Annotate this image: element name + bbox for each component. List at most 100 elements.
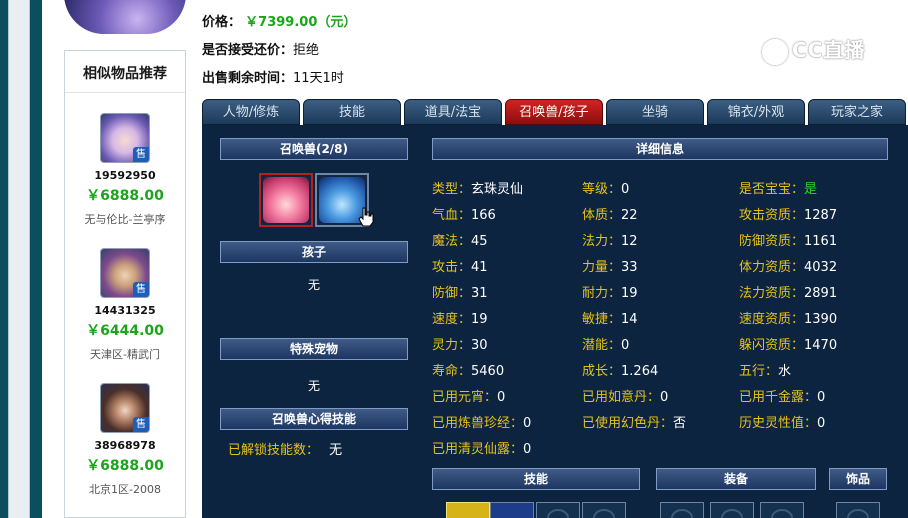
stat-row: 法力资质：2891 [739,282,837,301]
stat-row: 体力资质：4032 [739,256,837,275]
tab-pets[interactable]: 召唤兽/孩子 [505,99,603,125]
character-portrait [64,0,186,34]
detail-tabs: 人物/修炼 技能 道具/法宝 召唤兽/孩子 坐骑 锦衣/外观 玩家之家 [202,99,908,125]
stat-label: 耐力： [582,286,622,301]
stat-value: 5460 [471,364,505,379]
stat-value: 41 [471,260,488,275]
pet-slot-1[interactable] [259,173,313,227]
stat-value: 2891 [804,286,838,301]
stat-value: 0 [523,416,532,431]
stat-row: 等级：0 [582,178,629,197]
stat-label: 攻击： [432,260,472,275]
tab-outfits[interactable]: 锦衣/外观 [707,99,805,125]
stat-row: 法力：12 [582,230,638,249]
similar-item-avatar[interactable]: 售 [100,383,150,433]
similar-item[interactable]: 售 19592950 ￥6888.00 无与伦比-兰亭序 [65,113,185,227]
tab-home[interactable]: 玩家之家 [808,99,906,125]
product-image [64,0,186,34]
stat-label: 法力资质： [739,286,805,301]
equipment-slot[interactable] [660,502,704,518]
stat-value: 14 [621,312,638,327]
stat-value: 0 [660,390,669,405]
similar-item-server: 天津区-精武门 [90,348,160,361]
stat-label: 气血： [432,208,472,223]
for-sale-badge: 售 [133,147,149,162]
time-label: 出售剩余时间： [202,71,294,86]
stat-row: 防御资质：1161 [739,230,837,249]
stat-label: 法力： [582,234,622,249]
tab-character[interactable]: 人物/修炼 [202,99,300,125]
stat-label: 五行： [739,364,779,379]
skill-slot[interactable] [490,502,534,518]
stat-value: 是 [804,182,818,197]
skill-slot[interactable] [582,502,626,518]
equipment-header: 装备 [656,468,816,490]
stat-value: 19 [621,286,638,301]
tab-mounts[interactable]: 坐骑 [606,99,704,125]
similar-item-price: ￥6444.00 [86,323,164,339]
skill-slot[interactable] [536,502,580,518]
stat-value: 玄珠灵仙 [471,182,524,197]
stat-value: 1390 [804,312,838,327]
stat-label: 已用元宵： [432,390,498,405]
stat-label: 已用千金露： [739,390,818,405]
for-sale-badge: 售 [133,417,149,432]
similar-item[interactable]: 售 14431325 ￥6444.00 天津区-精武门 [65,248,185,362]
tab-skills[interactable]: 技能 [303,99,401,125]
stat-label: 类型： [432,182,472,197]
child-header: 孩子 [220,241,408,263]
stat-value: 1.264 [621,364,659,379]
stat-label: 潜能： [582,338,622,353]
stat-label: 速度资质： [739,312,805,327]
stat-row: 耐力：19 [582,282,638,301]
skills-header: 技能 [432,468,640,490]
stat-row: 魔法：45 [432,230,488,249]
tab-items[interactable]: 道具/法宝 [404,99,502,125]
stat-value: 0 [817,416,826,431]
price-label: 价格： [202,15,242,30]
stat-row: 气血：166 [432,204,496,223]
stat-label: 体力资质： [739,260,805,275]
stat-label: 成长： [582,364,622,379]
bargain-row: 是否接受还价：拒绝 [202,39,319,58]
stat-value: 30 [471,338,488,353]
similar-item-id: 19592950 [94,169,156,182]
stat-row: 灵力：30 [432,334,488,353]
stat-row: 五行：水 [739,360,791,379]
skill-slot[interactable] [446,502,490,518]
watermark-text: CC直播 [792,38,866,62]
stat-row: 躲闪资质：1470 [739,334,837,353]
stat-value: 1287 [804,208,838,223]
left-strip-inner [8,0,30,518]
price-value: ￥7399.00（元） [245,15,357,30]
stat-value: 水 [778,364,792,379]
similar-items-title: 相似物品推荐 [65,51,185,93]
similar-item-avatar[interactable]: 售 [100,248,150,298]
similar-item-avatar[interactable]: 售 [100,113,150,163]
stat-label: 寿命： [432,364,472,379]
stat-row: 已用如意丹：0 [582,386,668,405]
stat-label: 已用炼兽珍经： [432,416,524,431]
stat-row: 寿命：5460 [432,360,504,379]
stat-value: 19 [471,312,488,327]
stat-value: 否 [673,416,687,431]
for-sale-badge: 售 [133,282,149,297]
stat-row: 类型：玄珠灵仙 [432,178,523,197]
unlocked-skills-row: 已解锁技能数： 无 [228,439,342,458]
ornament-slot[interactable] [836,502,880,518]
special-pet-value: 无 [308,379,321,393]
stat-value: 4032 [804,260,838,275]
equipment-slot[interactable] [710,502,754,518]
stat-row: 速度资质：1390 [739,308,837,327]
similar-item-server: 北京1区-2008 [89,483,161,496]
similar-item-price: ￥6888.00 [86,458,164,474]
stat-label: 速度： [432,312,472,327]
unlocked-skills-value: 无 [329,443,343,458]
stat-value: 0 [497,390,506,405]
stat-label: 等级： [582,182,622,197]
ornament-header: 饰品 [829,468,887,490]
equipment-slot[interactable] [760,502,804,518]
similar-item[interactable]: 售 38968978 ￥6888.00 北京1区-2008 [65,383,185,497]
time-value: 11天1时 [293,71,344,86]
stat-value: 166 [471,208,496,223]
